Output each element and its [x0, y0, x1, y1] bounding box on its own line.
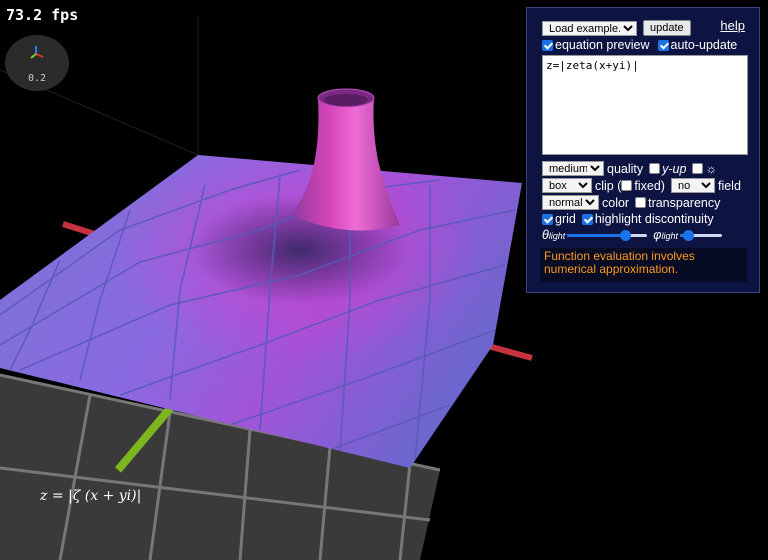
clip-label: clip (: [595, 178, 622, 193]
highlight-discontinuity-label: highlight discontinuity: [594, 212, 714, 226]
axis-gizmo-icon: [30, 46, 44, 59]
surface-peak: [290, 98, 400, 231]
theta-light-label: θlight: [542, 228, 566, 242]
fps-counter: 73.2 fps: [6, 6, 79, 24]
y-up-label: y-up: [662, 161, 687, 176]
grid-label: grid: [555, 212, 576, 226]
equation-preview-label: equation preview: [555, 38, 650, 52]
load-example-select[interactable]: Load example...: [542, 20, 637, 36]
theta-light-slider[interactable]: [567, 229, 648, 241]
fixed-checkbox[interactable]: [621, 180, 633, 191]
field-label: field: [717, 178, 741, 193]
clip-select[interactable]: box: [542, 178, 592, 193]
axis-gizmo[interactable]: 0.2: [5, 35, 69, 91]
color-select[interactable]: normal: [542, 195, 599, 210]
update-button[interactable]: update: [643, 20, 691, 36]
equation-textarea[interactable]: z=|zeta(x+yi)|: [542, 55, 748, 155]
auto-update-label: auto-update: [670, 38, 738, 52]
gizmo-scale: 0.2: [27, 73, 47, 84]
transparency-checkbox[interactable]: [635, 197, 647, 208]
field-select[interactable]: no: [670, 178, 715, 193]
fixed-label: fixed): [634, 178, 665, 193]
y-up-checkbox[interactable]: [649, 163, 661, 174]
quality-select[interactable]: medium: [542, 161, 604, 176]
phi-light-slider[interactable]: [679, 229, 722, 241]
light-icon: ☼: [705, 161, 717, 176]
grid-checkbox[interactable]: [542, 213, 553, 225]
phi-light-label: φlight: [653, 228, 678, 242]
help-link[interactable]: help: [720, 18, 745, 33]
auto-update-checkbox[interactable]: [657, 39, 669, 51]
transparency-label: transparency: [648, 195, 721, 210]
equation-preview-checkbox[interactable]: [542, 39, 553, 51]
highlight-discontinuity-checkbox[interactable]: [581, 213, 593, 225]
warning-message: Function evaluation involves numerical a…: [540, 248, 747, 282]
formula-label: z = |ζ (x + yi)|: [40, 488, 142, 504]
color-label: color: [602, 195, 630, 210]
light-checkbox[interactable]: [692, 163, 704, 174]
quality-label: quality: [607, 161, 644, 176]
control-panel: Load example... update help equation pre…: [526, 7, 760, 293]
